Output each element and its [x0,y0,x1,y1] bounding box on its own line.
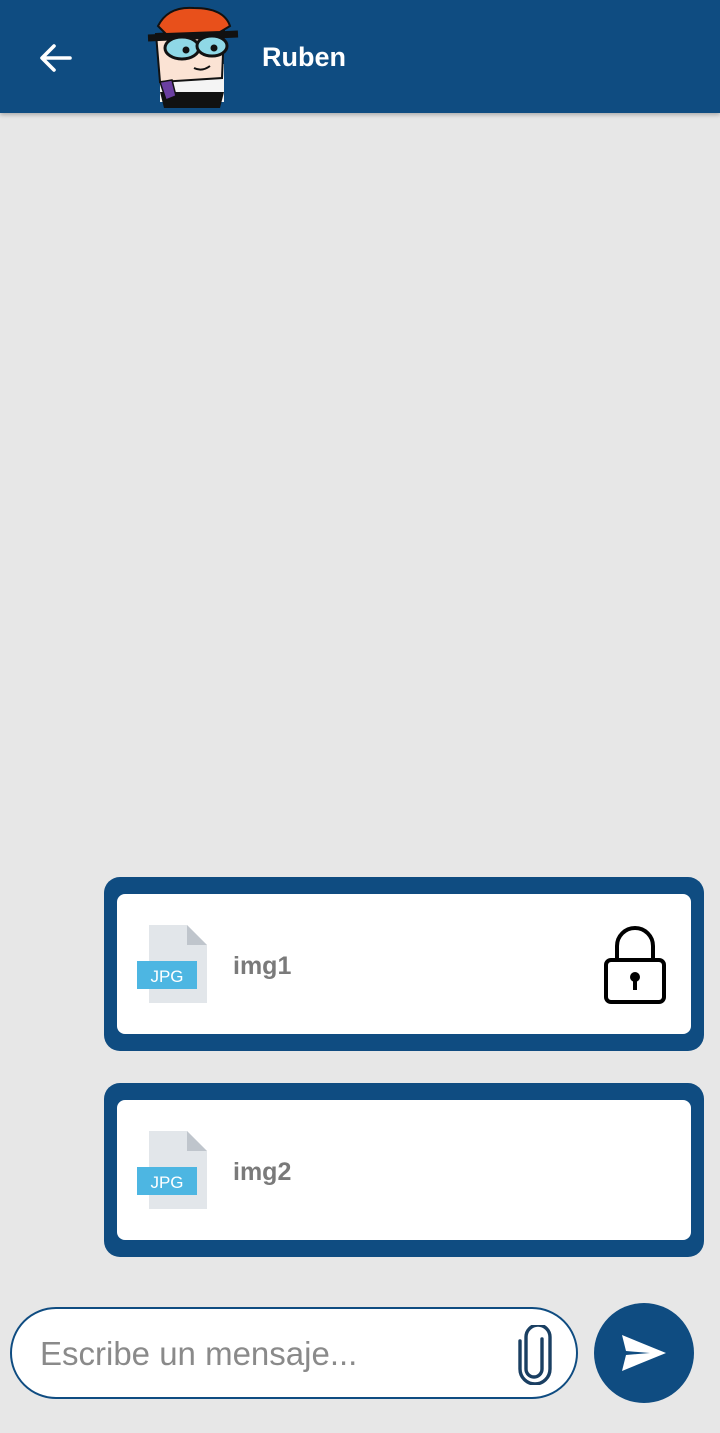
send-icon [622,1335,666,1371]
cartoon-avatar-icon[interactable] [138,4,246,108]
file-name: img2 [233,1158,292,1186]
lock-icon[interactable] [603,922,667,1006]
file-message-bubble[interactable]: JPG img2 [104,1083,704,1257]
file-attachment[interactable]: JPG img2 [117,1100,691,1240]
arrow-left-icon [40,44,72,72]
contact-name: Ruben [262,42,346,72]
message-input[interactable] [40,1327,490,1381]
jpg-file-icon: JPG [137,925,207,1003]
send-button[interactable] [594,1303,694,1403]
chat-header: Ruben [0,0,720,113]
file-message-bubble[interactable]: JPG img1 [104,877,704,1051]
file-type-label: JPG [150,1173,183,1192]
back-button[interactable] [28,30,84,86]
file-name: img1 [233,952,292,980]
file-type-label: JPG [150,967,183,986]
message-composer [10,1307,578,1399]
jpg-file-icon: JPG [137,1131,207,1209]
paperclip-icon[interactable] [512,1325,558,1385]
file-attachment[interactable]: JPG img1 [117,894,691,1034]
